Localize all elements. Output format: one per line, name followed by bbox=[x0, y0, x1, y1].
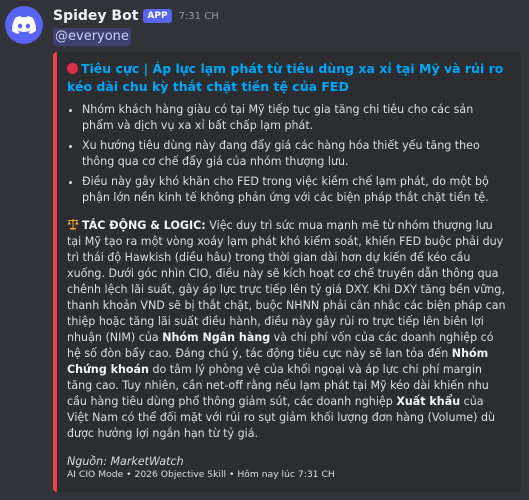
impact-paragraph: TÁC ĐỘNG & LOGIC: Việc duy trì sức mua m… bbox=[67, 218, 507, 442]
bot-avatar[interactable] bbox=[5, 6, 43, 44]
list-item: Nhóm khách hàng giàu có tại Mỹ tiếp tục … bbox=[82, 102, 507, 134]
author-name[interactable]: Spidey Bot bbox=[53, 8, 138, 24]
discord-logo-icon bbox=[12, 16, 36, 34]
source-line: Nguồn: MarketWatch bbox=[67, 455, 184, 468]
list-item: Điều này gây khó khăn cho FED trong việc… bbox=[82, 174, 507, 206]
embed-title-link[interactable]: Tiêu cực | Áp lực lạm phát từ tiêu dùng … bbox=[67, 60, 507, 96]
impact-text: Việc duy trì sức mua mạnh mẽ từ nhóm thư… bbox=[67, 219, 506, 344]
message-timestamp[interactable]: 7:31 CH bbox=[179, 11, 219, 22]
message-header: Spidey Bot APP 7:31 CH bbox=[53, 8, 219, 24]
app-badge: APP bbox=[143, 9, 172, 23]
embed-title-text: Tiêu cực | Áp lực lạm phát từ tiêu dùng … bbox=[67, 61, 504, 94]
red-circle-icon bbox=[67, 63, 78, 74]
impact-heading: TÁC ĐỘNG & LOGIC: bbox=[82, 219, 206, 232]
embed-footer: AI CIO Mode • 2026 Objective Skill • Hôm… bbox=[67, 469, 335, 480]
balance-scale-icon bbox=[67, 219, 79, 230]
impact-bold-exports: Xuất khẩu bbox=[396, 395, 461, 408]
news-embed: Tiêu cực | Áp lực lạm phát từ tiêu dùng … bbox=[53, 52, 521, 492]
embed-description: Nhóm khách hàng giàu có tại Mỹ tiếp tục … bbox=[67, 102, 507, 470]
everyone-mention[interactable]: @everyone bbox=[53, 28, 131, 46]
impact-bold-banks: Nhóm Ngân hàng bbox=[162, 331, 271, 344]
chat-message: Spidey Bot APP 7:31 CH @everyone Tiêu cự… bbox=[0, 0, 529, 500]
list-item: Xu hướng tiêu dùng này đang đẩy giá các … bbox=[82, 138, 507, 170]
summary-list: Nhóm khách hàng giàu có tại Mỹ tiếp tục … bbox=[67, 102, 507, 206]
